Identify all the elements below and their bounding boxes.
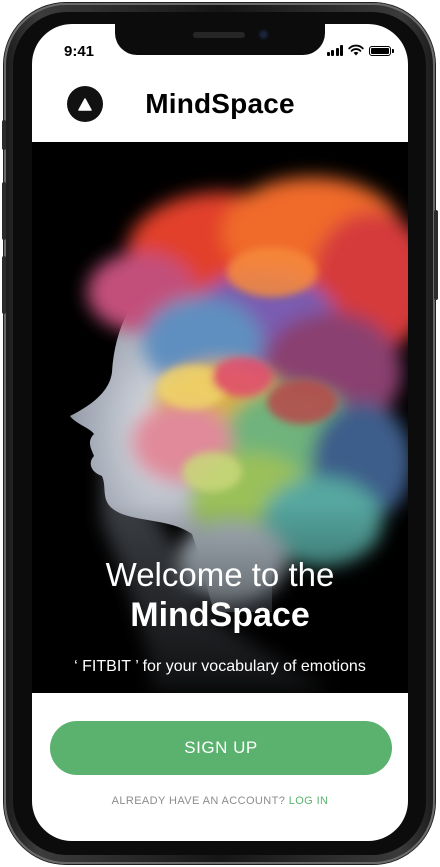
app-screen: 9:41 MindSpace Welcome to the MindSpace … [32,24,408,841]
volume-down-button [2,256,6,314]
mute-switch [2,120,6,150]
sign-up-button[interactable]: SIGN UP [50,721,392,775]
account-prompt-text: ALREADY HAVE AN ACCOUNT? [111,795,286,807]
welcome-heading-line2: MindSpace [130,596,310,634]
log-in-link[interactable]: LOG IN [289,795,329,807]
status-icons [326,44,394,56]
app-title: MindSpace [145,88,295,119]
front-camera-icon [258,29,269,40]
wifi-icon [348,44,364,56]
welcome-heading-line1: Welcome to the [105,556,335,593]
volume-up-button [2,182,6,240]
earpiece-speaker [193,32,245,38]
hero-banner: Welcome to the MindSpace ‘ FITBIT ’ for … [32,142,408,693]
hero-tagline: ‘ FITBIT ’ for your vocabulary of emotio… [74,658,366,675]
login-prompt: ALREADY HAVE AN ACCOUNT? LOG IN [32,795,408,807]
status-time: 9:41 [64,43,95,60]
notch [115,24,325,55]
power-button [434,210,438,300]
cellular-signal-icon [326,45,343,56]
battery-icon [369,46,394,56]
